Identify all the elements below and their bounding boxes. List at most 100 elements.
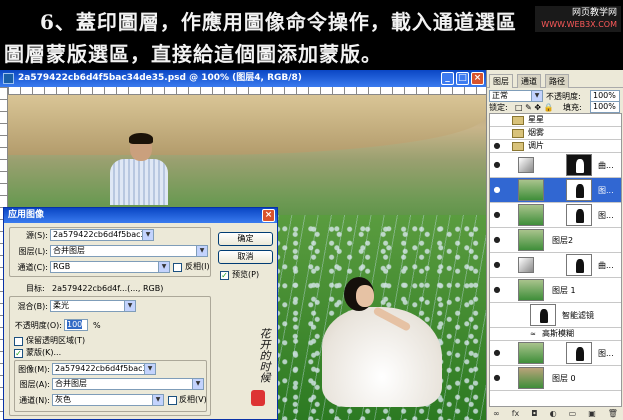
- blend-mode-select[interactable]: 柔光 ▼: [50, 300, 136, 312]
- panel-tabs: 图层 通道 路径: [487, 74, 623, 88]
- tab-paths[interactable]: 路径: [545, 74, 569, 88]
- watermark-url: WWW.WEB3X.COM: [541, 20, 617, 29]
- mask-layer-label: 图层(A):: [19, 380, 50, 389]
- layer-thumbnail[interactable]: [518, 179, 544, 201]
- document-titlebar[interactable]: 2a579422cb6d4f5bac34de35.psd @ 100% (图层4…: [0, 70, 486, 87]
- layer-row[interactable]: ● 图层2: [490, 228, 621, 253]
- fill-input[interactable]: 100%: [590, 101, 620, 113]
- smart-filter-mask-thumbnail[interactable]: [530, 304, 556, 326]
- layer-name: 曲...: [598, 261, 614, 270]
- filter-icon: ≈: [530, 330, 536, 338]
- visibility-toggle[interactable]: [492, 115, 502, 125]
- eye-icon[interactable]: ●: [492, 185, 502, 195]
- layer-row[interactable]: ● 图层 1: [490, 278, 621, 303]
- eye-icon[interactable]: ●: [492, 160, 502, 170]
- trash-icon[interactable]: 🗑: [608, 408, 618, 420]
- mask-image-label: 图像(M):: [18, 365, 50, 374]
- layer-mask-thumbnail[interactable]: [566, 254, 592, 276]
- visibility-toggle[interactable]: [492, 128, 502, 138]
- tab-channels[interactable]: 通道: [517, 74, 541, 88]
- chevron-down-icon: ▼: [144, 364, 155, 374]
- layer-select[interactable]: 合并图层 ▼: [50, 245, 208, 257]
- dialog-titlebar[interactable]: 应用图像 ×: [4, 208, 277, 223]
- minimize-button[interactable]: _: [441, 72, 454, 85]
- signature-seal: 花开的时候: [244, 328, 274, 408]
- layer-thumbnail[interactable]: [518, 204, 544, 226]
- layer-name: 图...: [598, 186, 614, 195]
- link-layers-icon[interactable]: ∞: [493, 408, 500, 420]
- layer-label: 图层(L):: [18, 247, 48, 256]
- eye-icon[interactable]: ●: [492, 373, 502, 383]
- chevron-down-icon: ▼: [158, 262, 169, 272]
- layer-thumbnail[interactable]: [518, 342, 544, 364]
- cancel-button[interactable]: 取消: [218, 250, 273, 264]
- layer-name: 曲...: [598, 161, 614, 170]
- new-layer-icon[interactable]: ▣: [588, 408, 596, 420]
- layers-panel: 图层 通道 路径 正常 ▼ 不透明度: 100% 锁定: □ ✎ ✥ 🔒 填充: …: [486, 70, 623, 420]
- add-mask-icon[interactable]: ◘: [531, 408, 537, 420]
- adjustment-layer-icon[interactable]: ◐: [550, 408, 557, 420]
- fx-icon[interactable]: fx: [512, 408, 520, 420]
- layer-mask-thumbnail[interactable]: [566, 342, 592, 364]
- ok-button[interactable]: 确定: [218, 232, 273, 246]
- layer-row[interactable]: 烟雾: [490, 127, 621, 140]
- mask-channel-label: 通道(N):: [19, 396, 50, 405]
- layer-row[interactable]: 智能滤镜: [490, 303, 621, 328]
- layer-mask-thumbnail[interactable]: [566, 179, 592, 201]
- layer-row-selected[interactable]: ● 图...: [490, 178, 621, 203]
- curves-adjustment-icon: [518, 157, 534, 173]
- panel-footer: ∞ fx ◘ ◐ ▭ ▣ 🗑: [487, 408, 623, 420]
- horizontal-ruler[interactable]: [8, 87, 486, 95]
- tab-layers[interactable]: 图层: [489, 74, 513, 88]
- channel-select[interactable]: RGB ▼: [50, 261, 170, 273]
- mask-checkbox[interactable]: ✓: [14, 349, 23, 358]
- target-label: 目标:: [26, 284, 45, 293]
- preview-checkbox[interactable]: ✓: [220, 271, 229, 280]
- window-controls: _ □ ×: [441, 72, 484, 85]
- layer-row[interactable]: ≈ 高斯模糊: [490, 328, 621, 341]
- eye-icon[interactable]: ●: [492, 141, 502, 151]
- layer-row[interactable]: ● 曲...: [490, 153, 621, 178]
- source-select[interactable]: 2a579422cb6d4f5bac34... ▼: [50, 229, 154, 241]
- photo-hillside: [8, 95, 486, 155]
- dialog-close-button[interactable]: ×: [262, 209, 275, 222]
- mask-layer-select[interactable]: 合并图层 ▼: [52, 378, 204, 390]
- layer-thumbnail[interactable]: [518, 367, 544, 389]
- close-button[interactable]: ×: [471, 72, 484, 85]
- apply-image-dialog: 应用图像 × 源(S): 2a579422cb6d4f5bac34... ▼ 图层…: [3, 207, 278, 420]
- watermark-title: 网页教学网: [571, 8, 617, 18]
- eye-icon[interactable]: ●: [492, 285, 502, 295]
- layer-name: 图层 1: [552, 286, 576, 295]
- signature-text: 花开的时候: [258, 328, 271, 383]
- layer-row[interactable]: ● 图层 0: [490, 366, 621, 391]
- layer-name: 高斯模糊: [542, 329, 574, 338]
- eye-icon[interactable]: ●: [492, 348, 502, 358]
- layer-row[interactable]: 星星: [490, 114, 621, 127]
- eye-icon[interactable]: ●: [492, 210, 502, 220]
- document-title: 2a579422cb6d4f5bac34de35.psd @ 100% (图层4…: [18, 73, 302, 83]
- preserve-transparency-checkbox[interactable]: [14, 337, 23, 346]
- eye-icon[interactable]: ●: [492, 235, 502, 245]
- layer-name: 图...: [598, 349, 614, 358]
- new-group-icon[interactable]: ▭: [569, 408, 577, 420]
- layer-thumbnail[interactable]: [518, 229, 544, 251]
- instruction-header: 6、蓋印圖層，作應用圖像命令操作，載入通道選區 圖層蒙版選區，直接給這個圖添加蒙…: [0, 0, 623, 70]
- opacity-input[interactable]: 100: [64, 319, 88, 331]
- mask-channel-select[interactable]: 灰色 ▼: [52, 394, 164, 406]
- mask-invert-checkbox[interactable]: [168, 396, 177, 405]
- layer-row[interactable]: ● 曲...: [490, 253, 621, 278]
- instruction-line-1: 6、蓋印圖層，作應用圖像命令操作，載入通道選區: [40, 10, 517, 34]
- layer-mask-thumbnail[interactable]: [566, 204, 592, 226]
- maximize-button[interactable]: □: [456, 72, 469, 85]
- eye-icon[interactable]: ●: [492, 260, 502, 270]
- layer-thumbnail[interactable]: [518, 279, 544, 301]
- layer-row[interactable]: ● 调片: [490, 140, 621, 153]
- photo-man: [108, 133, 168, 205]
- layer-row[interactable]: ● 图...: [490, 341, 621, 366]
- invert-checkbox[interactable]: [173, 263, 182, 272]
- layer-mask-thumbnail[interactable]: [566, 154, 592, 176]
- layer-row[interactable]: ● 图...: [490, 203, 621, 228]
- mask-image-select[interactable]: 2a579422cb6d4f5bac34... ▼: [52, 363, 156, 375]
- opacity-percent: %: [93, 321, 101, 330]
- preserve-transparency-label: 保留透明区域(T): [26, 336, 86, 345]
